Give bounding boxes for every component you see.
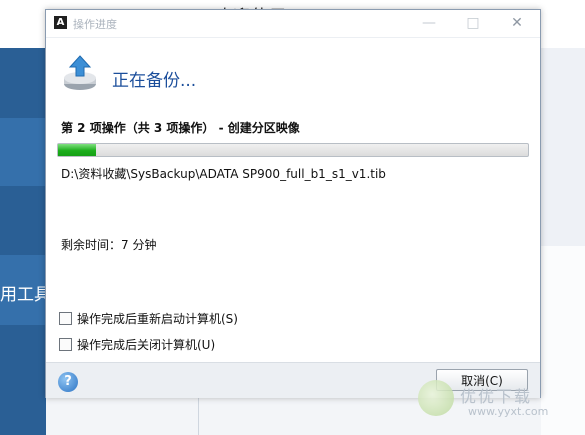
shutdown-option-label[interactable]: 操作完成后关闭计算机(U) (77, 338, 215, 352)
shutdown-checkbox[interactable] (59, 338, 72, 351)
restart-after-option[interactable]: 操作完成后重新启动计算机(S) (59, 310, 238, 326)
operation-step-label: 第 2 项操作（共 3 项操作） - 创建分区映像 (61, 121, 300, 135)
background-sidebar (0, 48, 46, 435)
background-sidebar-item[interactable] (0, 118, 46, 186)
progress-bar-fill (58, 144, 96, 156)
restart-option-label[interactable]: 操作完成后重新启动计算机(S) (77, 312, 238, 326)
time-remaining-label: 剩余时间：7 分钟 (61, 238, 157, 252)
watermark-url: www.yyxt.com (468, 405, 549, 418)
dialog-titlebar[interactable]: A 操作进度 — □ ✕ (46, 10, 540, 38)
operation-progress-dialog: A 操作进度 — □ ✕ 正在备份... 第 2 项操作（共 3 项操作） - … (45, 9, 541, 398)
background-sidebar-label: 用工具 (0, 285, 51, 305)
backup-file-path: D:\资料收藏\SysBackup\ADATA SP900_full_b1_s1… (61, 167, 386, 181)
acronis-app-icon: A (54, 16, 67, 29)
backup-status-heading: 正在备份... (112, 71, 197, 91)
watermark-logo-icon (418, 380, 454, 416)
help-icon[interactable]: ? (58, 372, 78, 392)
minimize-button[interactable]: — (417, 14, 441, 32)
restart-checkbox[interactable] (59, 312, 72, 325)
background-divider (198, 398, 199, 435)
backup-progress-bar (57, 143, 529, 157)
watermark-text: 优优下载 (460, 387, 533, 406)
close-button[interactable]: ✕ (505, 14, 529, 32)
maximize-button[interactable]: □ (461, 14, 485, 32)
backup-upload-icon (64, 55, 96, 90)
dialog-title: 操作进度 (73, 18, 117, 31)
shutdown-after-option[interactable]: 操作完成后关闭计算机(U) (59, 336, 215, 352)
